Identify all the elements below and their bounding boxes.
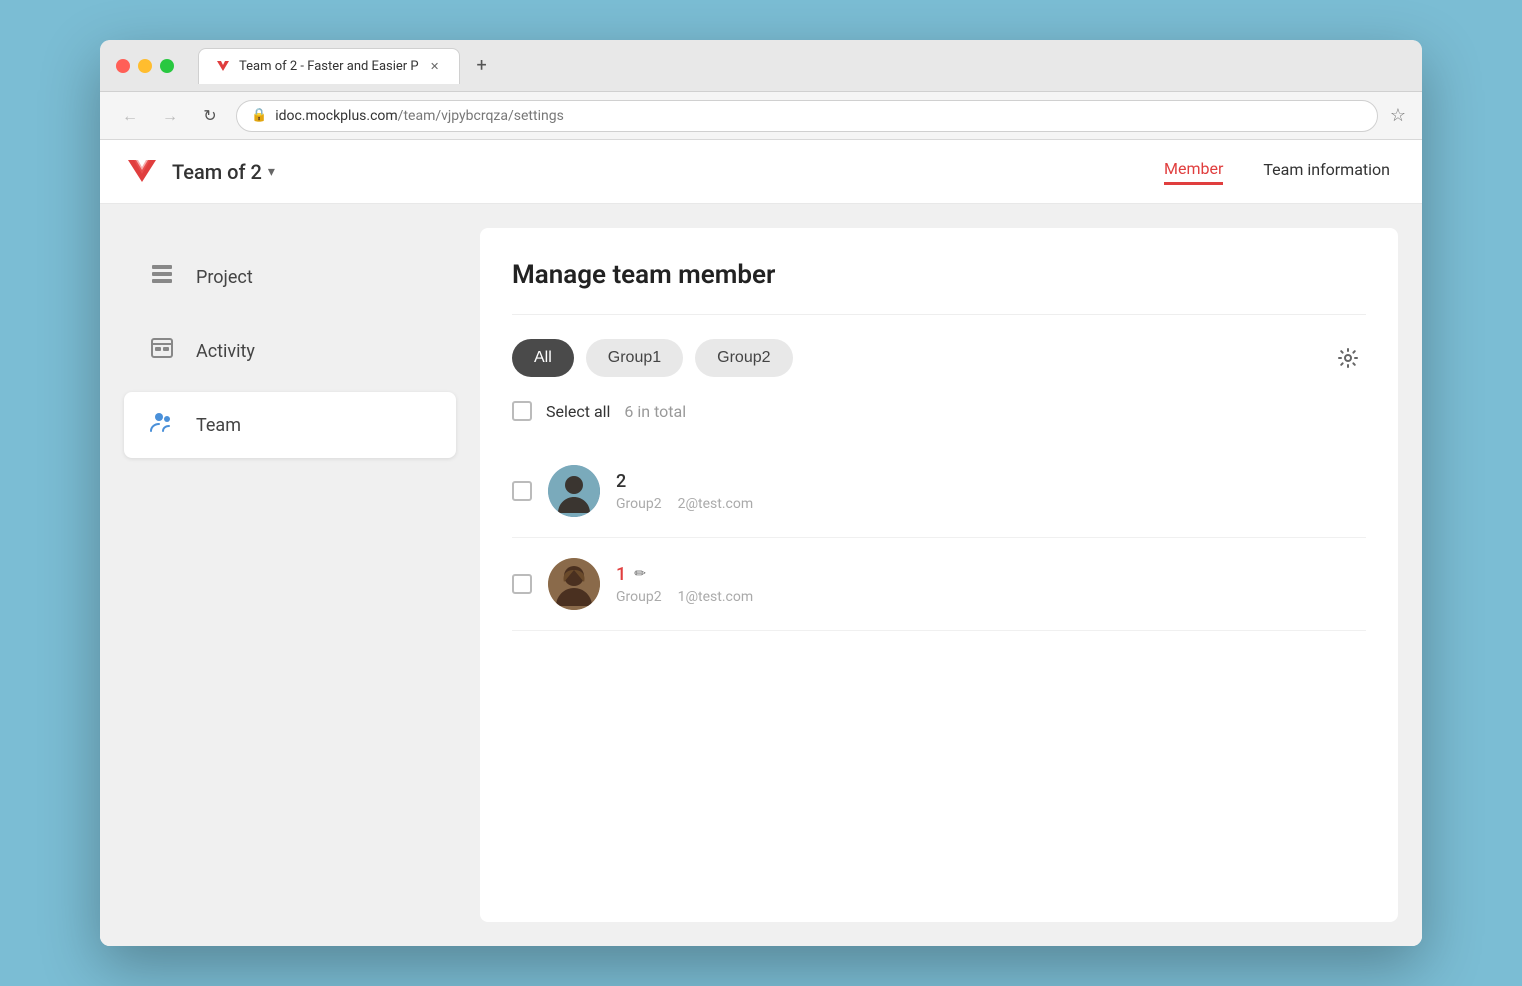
back-button[interactable]: ← (116, 102, 144, 130)
chevron-down-icon: ▾ (268, 164, 275, 180)
select-all-checkbox[interactable] (512, 401, 532, 421)
url-path: /team/vjpybcrqza/settings (398, 108, 564, 124)
url-text: idoc.mockplus.com/team/vjpybcrqza/settin… (275, 108, 1363, 124)
close-traffic-light[interactable] (116, 59, 130, 73)
app-header: Team of 2 ▾ Member Team information (100, 140, 1422, 204)
member-2-name-row: 2 (616, 471, 1366, 492)
team-name-dropdown[interactable]: Team of 2 ▾ (172, 160, 275, 184)
page-title: Manage team member (512, 260, 1366, 315)
member-2-email: 2@test.com (678, 496, 754, 512)
lock-icon: 🔒 (251, 108, 267, 123)
member-2-sub: Group2 2@test.com (616, 496, 1366, 512)
sidebar-item-team[interactable]: Team (124, 392, 456, 458)
tab-bar: Team of 2 - Faster and Easier P ✕ + (198, 48, 1406, 84)
sidebar: Project Activity (100, 204, 480, 946)
edit-icon[interactable]: ✏ (634, 566, 646, 582)
sidebar-activity-label: Activity (196, 341, 255, 362)
tab-team-information[interactable]: Team information (1263, 160, 1390, 183)
maximize-traffic-light[interactable] (160, 59, 174, 73)
member-2-group: Group2 (616, 496, 662, 512)
sidebar-item-activity[interactable]: Activity (124, 318, 456, 384)
traffic-lights (116, 59, 174, 73)
select-all-label: Select all (546, 402, 610, 421)
member-2-name: 2 (616, 471, 626, 492)
member-1-sub: Group2 1@test.com (616, 589, 1366, 605)
content-card: Manage team member All Group1 Group2 (480, 228, 1398, 922)
project-icon (148, 262, 176, 292)
member-1-email: 1@test.com (678, 589, 754, 605)
member-row: 2 Group2 2@test.com (512, 445, 1366, 538)
browser-window: Team of 2 - Faster and Easier P ✕ + ← → … (100, 40, 1422, 946)
member-2-info: 2 Group2 2@test.com (616, 471, 1366, 512)
member-1-group: Group2 (616, 589, 662, 605)
total-count-label: 6 in total (624, 402, 686, 421)
team-icon (148, 410, 176, 440)
mockplus-logo (124, 152, 160, 192)
gear-icon[interactable] (1330, 340, 1366, 376)
app-content: Team of 2 ▾ Member Team information (100, 140, 1422, 946)
url-domain: idoc.mockplus.com (275, 108, 397, 124)
filter-all-button[interactable]: All (512, 339, 574, 377)
forward-button[interactable]: → (156, 102, 184, 130)
tab-favicon-icon (215, 58, 231, 74)
member-1-avatar (548, 558, 600, 610)
new-tab-button[interactable]: + (468, 52, 496, 80)
bookmark-icon[interactable]: ☆ (1390, 105, 1406, 126)
main-layout: Project Activity (100, 204, 1422, 946)
select-all-row: Select all 6 in total (512, 401, 1366, 421)
member-1-name-row: 1 ✏ (616, 564, 1366, 585)
tab-close-button[interactable]: ✕ (427, 58, 443, 74)
filter-row: All Group1 Group2 (512, 339, 1366, 377)
member-2-checkbox[interactable] (512, 481, 532, 501)
title-bar: Team of 2 - Faster and Easier P ✕ + (100, 40, 1422, 92)
member-2-avatar (548, 465, 600, 517)
member-row: 1 ✏ Group2 1@test.com (512, 538, 1366, 631)
tab-member[interactable]: Member (1164, 159, 1223, 185)
member-1-checkbox[interactable] (512, 574, 532, 594)
url-bar[interactable]: 🔒 idoc.mockplus.com/team/vjpybcrqza/sett… (236, 100, 1378, 132)
tab-title: Team of 2 - Faster and Easier P (239, 59, 419, 74)
address-bar: ← → ↻ 🔒 idoc.mockplus.com/team/vjpybcrqz… (100, 92, 1422, 140)
sidebar-project-label: Project (196, 267, 253, 288)
logo-area: Team of 2 ▾ (124, 152, 275, 192)
member-1-info: 1 ✏ Group2 1@test.com (616, 564, 1366, 605)
minimize-traffic-light[interactable] (138, 59, 152, 73)
sidebar-item-project[interactable]: Project (124, 244, 456, 310)
header-tabs: Member Team information (1164, 159, 1390, 185)
activity-icon (148, 336, 176, 366)
filter-group1-button[interactable]: Group1 (586, 339, 683, 377)
content-area: Manage team member All Group1 Group2 (480, 204, 1422, 946)
filter-group2-button[interactable]: Group2 (695, 339, 792, 377)
reload-button[interactable]: ↻ (196, 102, 224, 130)
member-1-name: 1 (616, 564, 626, 585)
sidebar-team-label: Team (196, 415, 241, 436)
browser-tab[interactable]: Team of 2 - Faster and Easier P ✕ (198, 48, 460, 84)
team-name-label: Team of 2 (172, 160, 262, 184)
